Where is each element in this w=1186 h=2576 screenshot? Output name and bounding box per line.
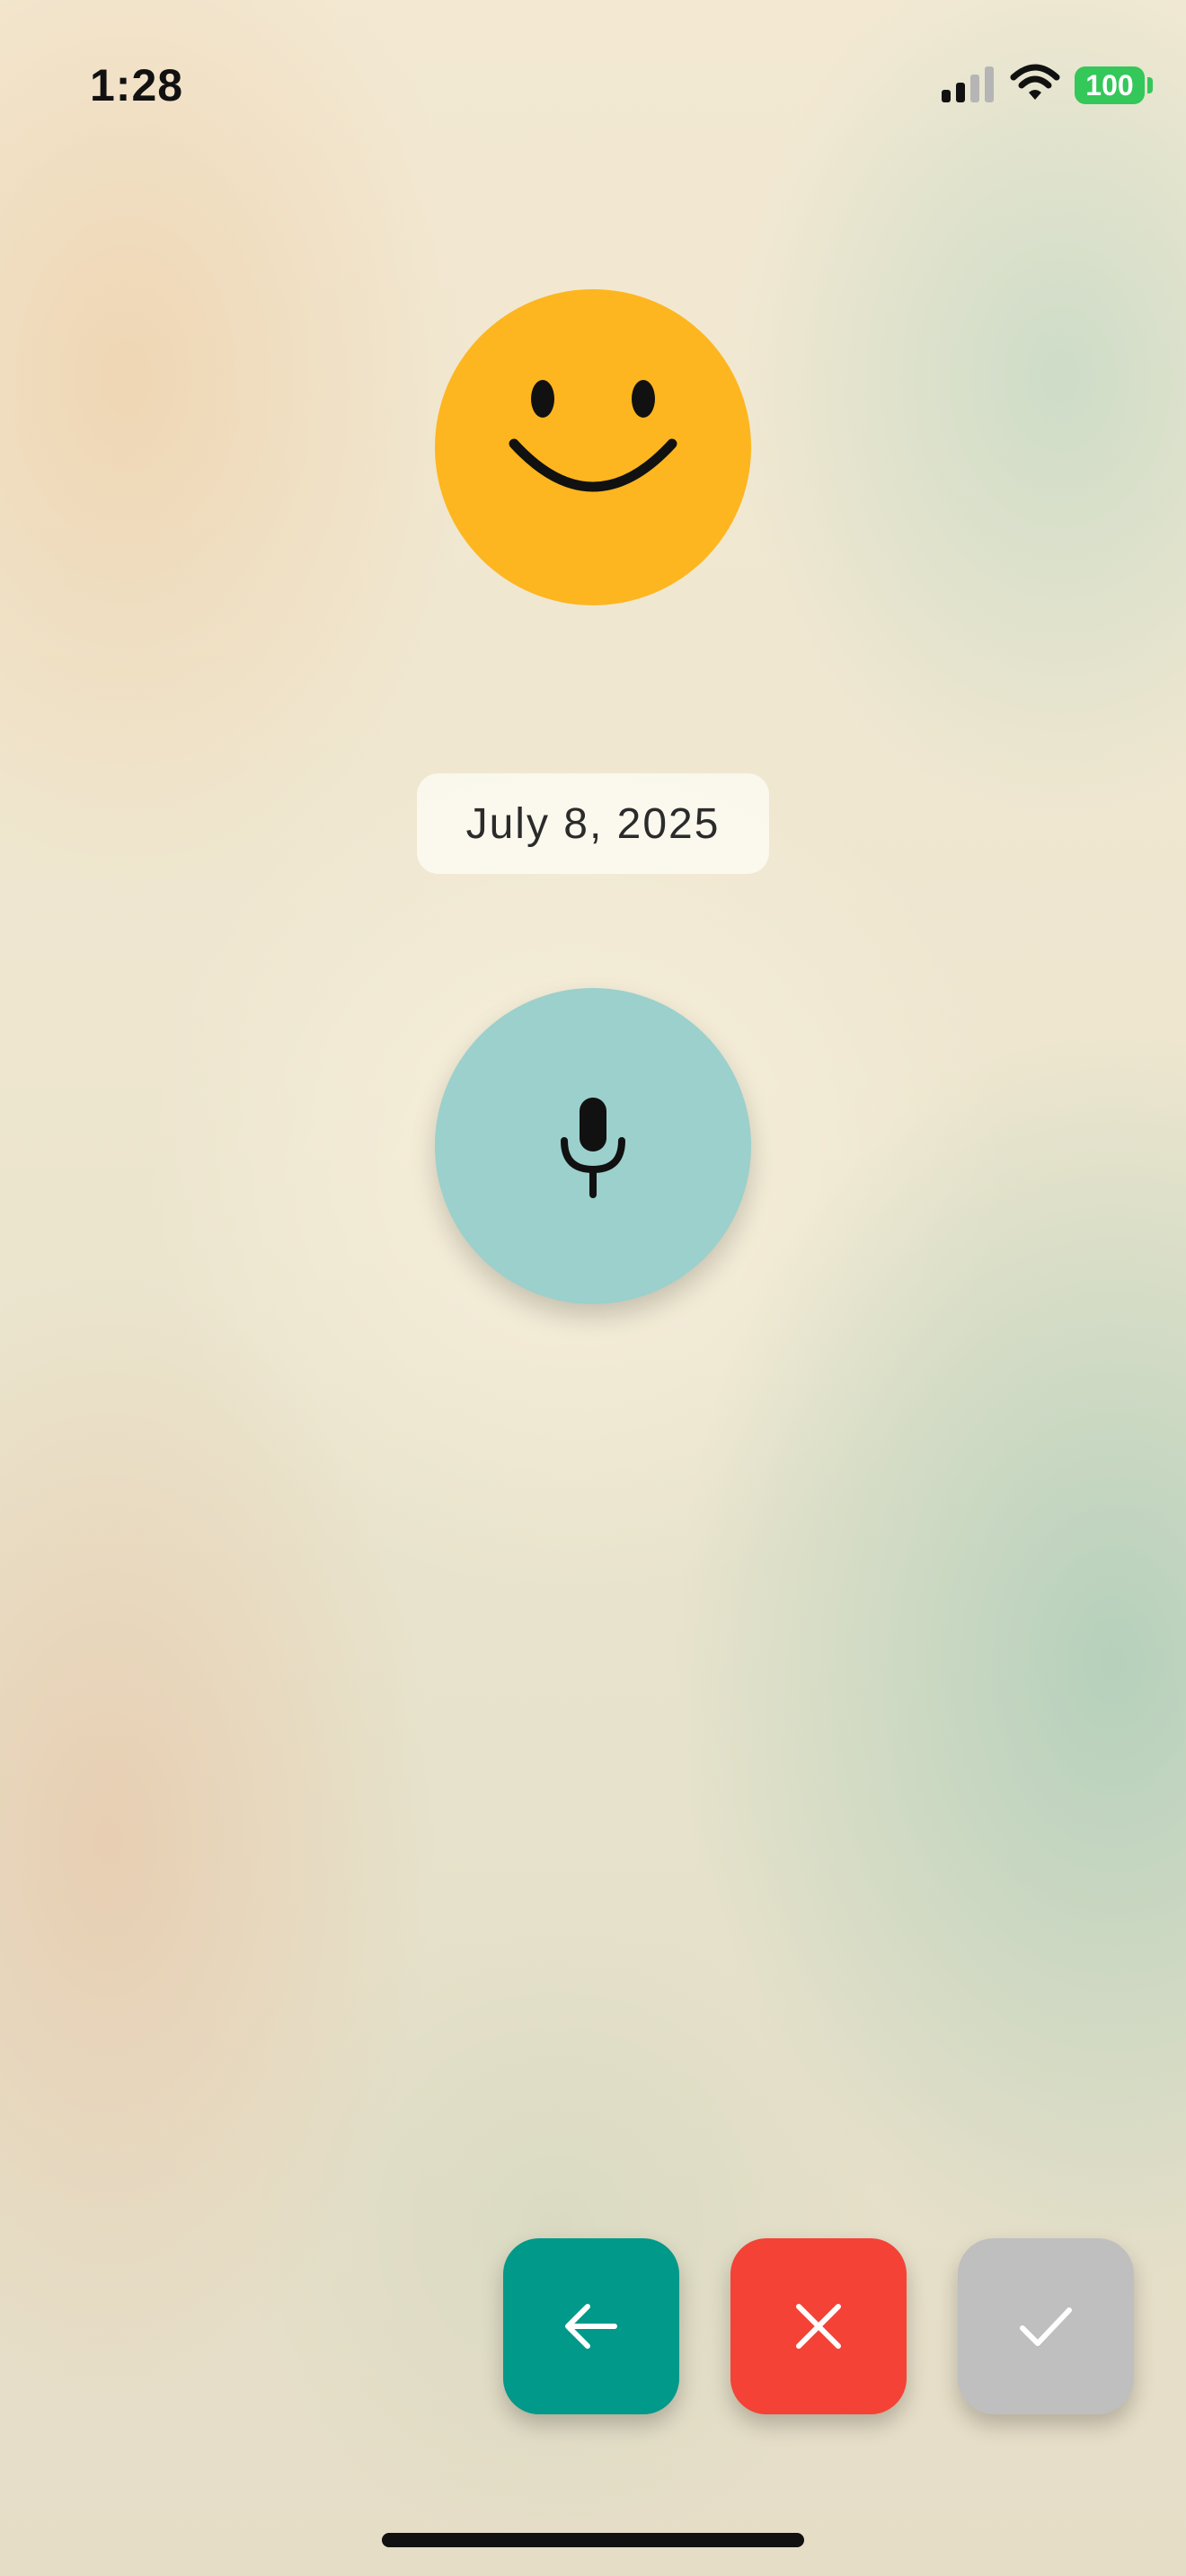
battery-cap (1147, 77, 1153, 93)
battery-level: 100 (1085, 68, 1134, 101)
status-time: 1:28 (90, 60, 184, 110)
confirm-button[interactable] (958, 2238, 1134, 2414)
status-bar: 1:28 100 (0, 0, 1186, 171)
close-icon (796, 2304, 841, 2349)
battery-icon: 100 (1075, 66, 1145, 104)
wifi-icon (1010, 64, 1060, 100)
mood-smiley-button[interactable] (435, 289, 751, 605)
entry-date[interactable]: July 8, 2025 (417, 773, 769, 874)
record-voice-button[interactable] (435, 988, 751, 1304)
signal-icon (942, 66, 994, 102)
smiley-face-icon (509, 380, 677, 492)
cancel-button[interactable] (730, 2238, 907, 2414)
microphone-icon (561, 1098, 625, 1198)
arrow-left-icon (565, 2304, 617, 2349)
checkmark-icon (1020, 2307, 1072, 2346)
back-button[interactable] (503, 2238, 679, 2414)
home-indicator[interactable] (382, 2533, 804, 2547)
